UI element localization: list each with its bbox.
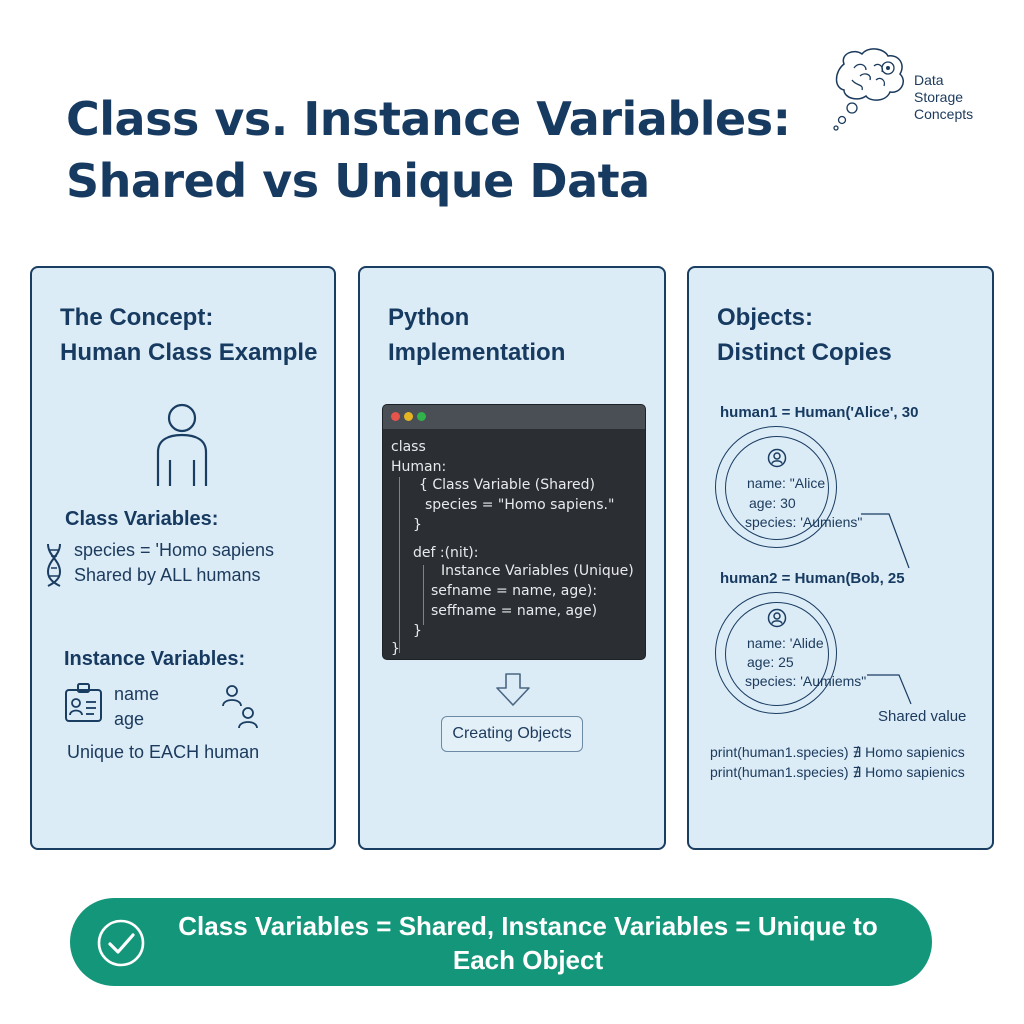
- summary-banner: Class Variables = Shared, Instance Varia…: [70, 898, 932, 986]
- human1-name: name: "Alice: [747, 475, 826, 491]
- human2-name: name: 'Alide: [747, 635, 824, 651]
- brand-text: Data Storage Concepts: [914, 72, 1010, 123]
- instance-variables-heading: Instance Variables:: [64, 648, 246, 670]
- unique-note: Unique to EACH human: [67, 742, 260, 762]
- concept-title-line-2: Human Class Example: [60, 339, 318, 366]
- maximize-dot-icon: [417, 412, 426, 421]
- python-title-line-2: Implementation: [388, 339, 566, 366]
- person-icon: [156, 403, 208, 486]
- brand-line-1: Data: [914, 72, 944, 88]
- class-variables-heading: Class Variables:: [65, 508, 219, 530]
- field-name: name: [114, 684, 160, 704]
- code-comment: Instance Variables (Unique): [441, 563, 634, 579]
- code-line: def :(nit):: [413, 545, 479, 561]
- human1-header: human1 = Human('Alice', 30: [720, 404, 919, 421]
- code-window: class Human: { Class Variable (Shared) s…: [382, 404, 646, 660]
- code-line: class: [391, 439, 426, 455]
- dna-icon: [46, 543, 62, 587]
- id-card-icon: [65, 683, 102, 722]
- connector-line-2: [867, 674, 912, 705]
- arrow-down-icon: [496, 673, 530, 706]
- python-title-line-1: Python: [388, 304, 470, 331]
- objects-panel: Objects: Distinct Copies human1 = Human(…: [687, 266, 994, 850]
- code-line: species = "Homo sapiens.": [425, 497, 615, 513]
- brain-thought-bubble-icon: [833, 48, 904, 131]
- title-line-2: Shared vs Unique Data: [66, 154, 650, 208]
- code-bracket-inner: [423, 565, 424, 625]
- close-dot-icon: [391, 412, 400, 421]
- brand-logo: Data Storage Concepts: [830, 46, 1010, 136]
- print-line-1: print(human1.species) ∄ Homo sapienics: [710, 744, 965, 760]
- class-variables-text: species = 'Homo sapiens Shared by ALL hu…: [74, 538, 274, 588]
- summary-line-2: Each Object: [452, 945, 604, 975]
- checkmark-circle-icon: [97, 919, 145, 967]
- concept-title-line-1: The Concept:: [60, 304, 214, 331]
- connector-line-1: [861, 513, 910, 569]
- creating-objects-button[interactable]: Creating Objects: [441, 716, 583, 752]
- user-avatar-icon: [767, 608, 787, 628]
- code-line: Human:: [391, 459, 447, 475]
- code-line: sefname = name, age):: [431, 583, 598, 599]
- shared-note: Shared by ALL humans: [74, 565, 261, 585]
- human1-species: species: 'Aumiens": [745, 514, 863, 530]
- brand-line-2: Storage: [914, 89, 964, 105]
- field-age: age: [114, 709, 145, 729]
- code-line: }: [391, 641, 400, 657]
- objects-panel-title: Objects: Distinct Copies: [717, 300, 892, 370]
- page-title: Class vs. Instance Variables: Shared vs …: [66, 88, 806, 212]
- minimize-dot-icon: [404, 412, 413, 421]
- human1-age: age: 30: [749, 495, 796, 511]
- code-line: }: [413, 623, 422, 639]
- code-line: seffname = name, age): [431, 603, 598, 619]
- concept-panel: The Concept: Human Class Example Class V…: [30, 266, 336, 850]
- users-icon: [222, 685, 258, 729]
- code-window-titlebar: [383, 405, 645, 429]
- summary-text: Class Variables = Shared, Instance Varia…: [150, 909, 906, 977]
- python-panel-title: Python Implementation: [388, 300, 565, 370]
- shared-value-label: Shared value: [878, 708, 967, 725]
- objects-title-line-2: Distinct Copies: [717, 339, 892, 366]
- concept-panel-title: The Concept: Human Class Example: [60, 300, 317, 370]
- human2-header: human2 = Human(Bob, 25: [720, 570, 905, 587]
- user-avatar-icon: [767, 448, 787, 468]
- objects-title-line-1: Objects:: [717, 304, 814, 331]
- title-line-1: Class vs. Instance Variables:: [66, 92, 791, 146]
- instance-fields: name age: [114, 682, 159, 732]
- summary-line-1: Class Variables = Shared, Instance Varia…: [178, 911, 878, 941]
- code-bracket: [399, 477, 400, 653]
- print-line-2: print(human1.species) ∄ Homo sapienics: [710, 764, 965, 780]
- code-comment: { Class Variable (Shared): [419, 477, 595, 493]
- species-definition: species = 'Homo sapiens: [74, 540, 275, 560]
- brand-line-3: Concepts: [914, 106, 974, 122]
- print-statements: print(human1.species) ∄ Homo sapienics p…: [710, 742, 965, 782]
- human2-species: species: 'Aumiems": [745, 673, 867, 689]
- code-line: }: [413, 517, 422, 533]
- python-panel: Python Implementation class Human: { Cla…: [358, 266, 666, 850]
- human2-age: age: 25: [747, 654, 794, 670]
